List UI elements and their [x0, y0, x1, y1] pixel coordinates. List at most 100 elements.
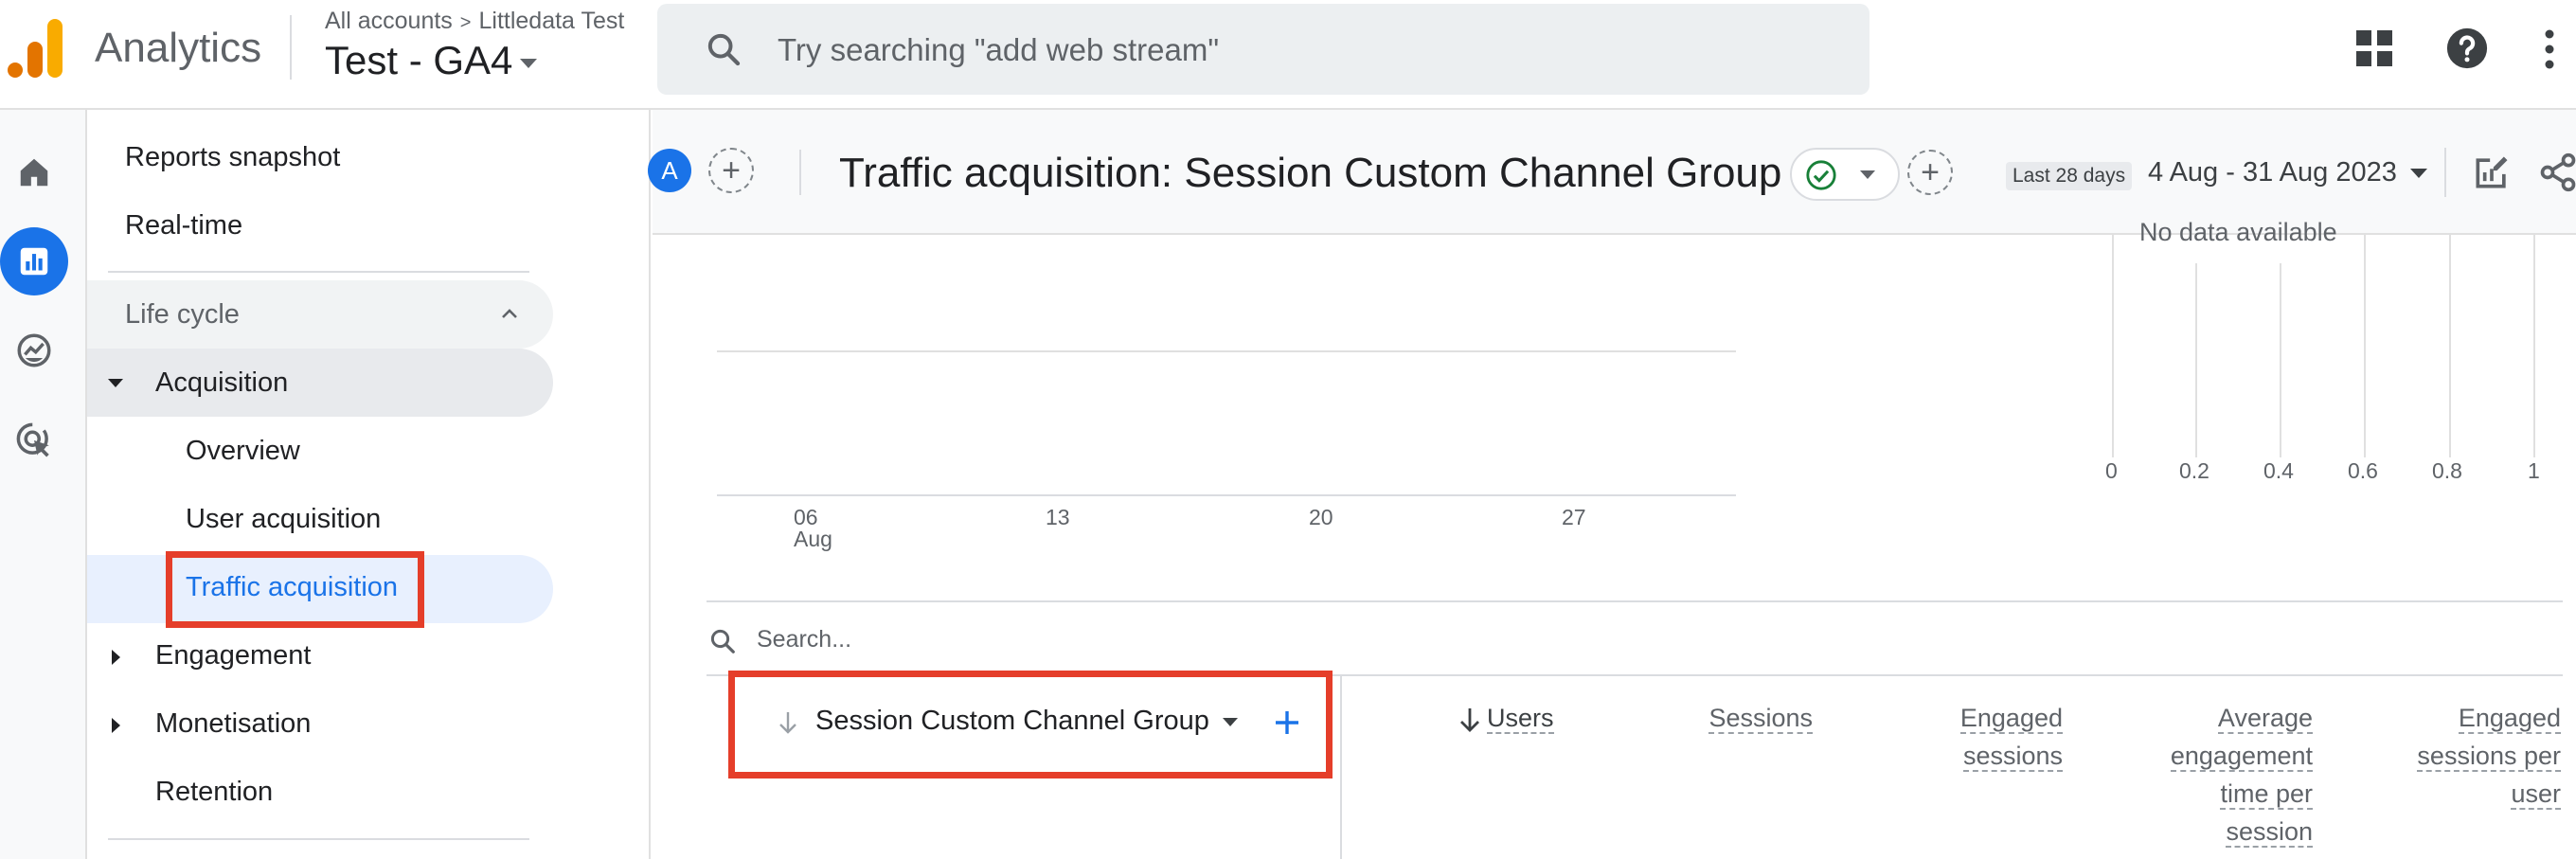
- line-chart-axis: [717, 494, 1736, 496]
- advertising-nav-button[interactable]: [0, 406, 68, 474]
- bar-tick-label: 0.8: [2432, 458, 2462, 483]
- comparison-avatar[interactable]: A: [648, 149, 691, 192]
- property-selector[interactable]: Test - GA4: [325, 38, 538, 83]
- bar-chart-gridline: [2195, 263, 2197, 457]
- nav-retention[interactable]: Retention: [155, 777, 273, 808]
- divider: [290, 15, 292, 80]
- column-header-label: Engaged: [2458, 704, 2561, 734]
- divider: [799, 150, 801, 195]
- highlight-box-dimension: [728, 671, 1333, 778]
- nav-monetisation[interactable]: Monetisation: [155, 708, 311, 740]
- nav-divider: [108, 838, 529, 840]
- no-data-label: No data available: [2139, 218, 2337, 246]
- bar-chart-gridline: [2280, 263, 2281, 457]
- search-bar[interactable]: Try searching "add web stream": [657, 4, 1869, 95]
- column-header-engaged-sessions-per-user[interactable]: Engaged sessions per user: [2339, 699, 2561, 813]
- expand-right-icon: [112, 650, 120, 665]
- expand-right-icon: [112, 718, 120, 733]
- more-vert-icon[interactable]: [2542, 28, 2557, 70]
- nav-reports-snapshot[interactable]: Reports snapshot: [125, 142, 340, 173]
- help-icon[interactable]: [2445, 27, 2489, 70]
- date-range-value: 4 Aug - 31 Aug 2023: [2148, 157, 2397, 188]
- x-tick-label: 27: [1562, 505, 1586, 529]
- chart-area: No data available 06 Aug 13 20 27 0 0.2 …: [653, 218, 2576, 595]
- nav-user-acquisition[interactable]: User acquisition: [186, 504, 381, 535]
- column-header-engaged-sessions[interactable]: Engaged sessions: [1841, 699, 2063, 775]
- column-header-label: session: [2226, 817, 2313, 848]
- column-divider: [1340, 676, 1342, 859]
- home-nav-button[interactable]: [0, 138, 68, 206]
- search-icon: [710, 629, 735, 653]
- column-header-avg-engagement-time[interactable]: Average engagement time per session: [2091, 699, 2313, 850]
- explore-icon: [17, 333, 51, 367]
- column-header-label: Sessions: [1708, 704, 1813, 734]
- column-header-label: sessions: [1962, 742, 2063, 772]
- x-tick-month-label: Aug: [794, 527, 832, 551]
- column-header-label: Engaged: [1959, 704, 2063, 734]
- check-circle-icon: [1806, 160, 1836, 190]
- bar-tick-label: 0: [2105, 458, 2118, 483]
- bar-tick-label: 0.4: [2263, 458, 2294, 483]
- bar-chart-gridline: [2112, 235, 2114, 457]
- nav-realtime[interactable]: Real-time: [125, 210, 242, 242]
- bar-tick-label: 0.2: [2179, 458, 2209, 483]
- nav-engagement[interactable]: Engagement: [155, 640, 311, 671]
- column-header-users[interactable]: Users: [1487, 699, 1601, 737]
- share-icon[interactable]: [2540, 152, 2576, 193]
- table-search-input[interactable]: Search...: [757, 626, 851, 653]
- caret-down-icon: [1860, 170, 1875, 179]
- caret-down-icon: [520, 58, 538, 68]
- app-name: Analytics: [95, 25, 262, 71]
- bar-chart-icon: [20, 247, 48, 276]
- reports-nav-button[interactable]: [0, 227, 68, 295]
- column-header-label: user: [2511, 779, 2561, 810]
- column-header-label: Users: [1487, 704, 1554, 734]
- column-header-label: sessions per: [2417, 742, 2561, 772]
- home-icon: [20, 158, 48, 187]
- date-range-picker[interactable]: 4 Aug - 31 Aug 2023: [2148, 157, 2427, 188]
- reports-sidebar: Reports snapshot Real-time Life cycle Ac…: [87, 110, 651, 859]
- bar-chart-gridline: [2533, 235, 2535, 457]
- column-header-label: Average: [2217, 704, 2313, 734]
- date-preset-chip: Last 28 days: [2006, 162, 2133, 190]
- search-icon: [707, 33, 741, 66]
- column-header-label: engagement: [2170, 742, 2313, 772]
- left-rail: [0, 110, 87, 859]
- divider: [707, 600, 2563, 602]
- analytics-logo-icon[interactable]: [8, 19, 63, 78]
- column-header-sessions[interactable]: Sessions: [1642, 699, 1813, 737]
- x-tick-label: 13: [1046, 505, 1070, 529]
- highlight-box-traffic-acquisition: [166, 551, 424, 628]
- divider: [2444, 148, 2446, 197]
- column-header-label: time per: [2220, 779, 2313, 810]
- expand-down-icon: [108, 379, 123, 387]
- breadcrumb-separator: >: [459, 12, 472, 33]
- x-tick-label: 20: [1309, 505, 1333, 529]
- nav-acquisition-label: Acquisition: [155, 367, 289, 398]
- customize-report-icon[interactable]: [2471, 152, 2513, 193]
- explore-nav-button[interactable]: [0, 316, 68, 385]
- caret-down-icon: [2409, 169, 2427, 179]
- search-placeholder: Try searching "add web stream": [778, 32, 1220, 67]
- bar-tick-label: 1: [2528, 458, 2540, 483]
- sort-descending-icon[interactable]: [1458, 706, 1482, 734]
- line-chart-gridline: [717, 350, 1736, 352]
- bar-tick-label: 0.6: [2348, 458, 2378, 483]
- chevron-up-icon[interactable]: [498, 303, 521, 326]
- top-bar: Analytics All accounts > Littledata Test T…: [0, 0, 2576, 110]
- breadcrumb-property[interactable]: Littledata Test: [478, 8, 624, 34]
- nav-divider: [108, 271, 529, 273]
- bar-chart-gridline: [2449, 235, 2451, 457]
- advertising-icon: [16, 422, 49, 457]
- property-name: Test - GA4: [325, 38, 513, 82]
- nav-overview[interactable]: Overview: [186, 436, 300, 467]
- nav-section-title: Life cycle: [125, 299, 240, 330]
- add-filter-button[interactable]: +: [1907, 150, 1953, 195]
- add-comparison-button[interactable]: +: [708, 148, 754, 193]
- report-title: Traffic acquisition: Session Custom Chan…: [839, 150, 1782, 196]
- report-status-dropdown[interactable]: [1790, 148, 1900, 201]
- breadcrumb[interactable]: All accounts > Littledata Test: [325, 8, 624, 35]
- apps-grid-icon[interactable]: [2356, 30, 2392, 66]
- breadcrumb-account[interactable]: All accounts: [325, 8, 453, 34]
- bar-chart-gridline: [2364, 235, 2366, 457]
